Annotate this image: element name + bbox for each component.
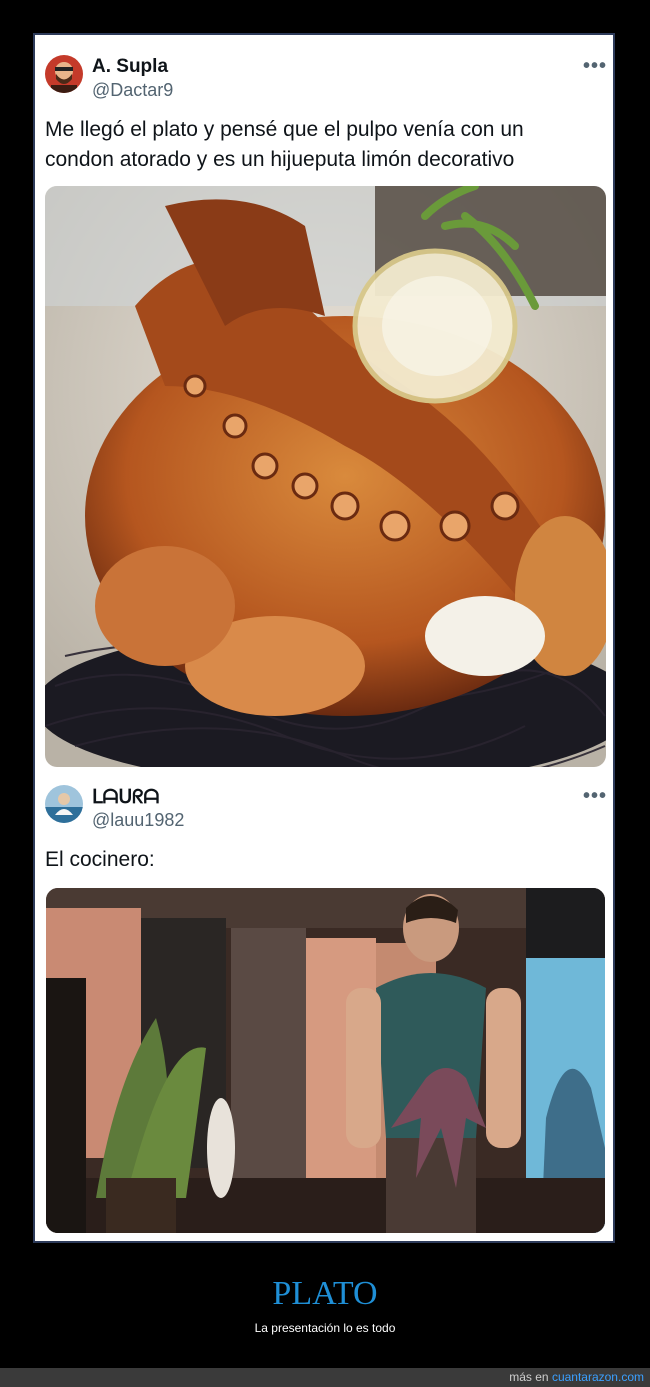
tweet-text-line-1: Me llegó el plato y pensé que el pulpo v… (45, 118, 524, 141)
source-link[interactable]: cuantarazon.com (552, 1370, 644, 1384)
tweet-photo-octopus[interactable] (45, 186, 606, 767)
author-handle[interactable]: @lauu1982 (92, 810, 184, 831)
octopus-dish-image (45, 186, 606, 767)
bottom-bar: más en cuantarazon.com (0, 1368, 650, 1387)
author-handle[interactable]: @Dactar9 (92, 80, 173, 101)
more-options-icon[interactable]: ••• (583, 785, 607, 808)
avatar[interactable] (45, 785, 83, 823)
cook-image (46, 888, 605, 1233)
tweet-photo-cook[interactable] (46, 888, 605, 1233)
source-prefix: más en (509, 1370, 552, 1384)
avatar[interactable] (45, 55, 83, 93)
avatar-image (45, 55, 83, 93)
screenshot-frame: A. Supla @Dactar9 ••• Me llegó el plato … (33, 33, 615, 1243)
avatar-image (45, 785, 83, 823)
more-options-icon[interactable]: ••• (583, 55, 607, 78)
post-title: PLATO (272, 1275, 378, 1312)
author-name[interactable]: A. Supla (92, 56, 168, 78)
tweet-text-line-2: condon atorado y es un hijueputa limón d… (45, 148, 515, 171)
post-subtitle: La presentación lo es todo (254, 1321, 396, 1335)
author-name[interactable]: ᒪᗩᑌᖇᗩ (92, 786, 159, 809)
tweet-text: El cocinero: (45, 848, 155, 871)
source-credit: más en cuantarazon.com (509, 1370, 644, 1384)
